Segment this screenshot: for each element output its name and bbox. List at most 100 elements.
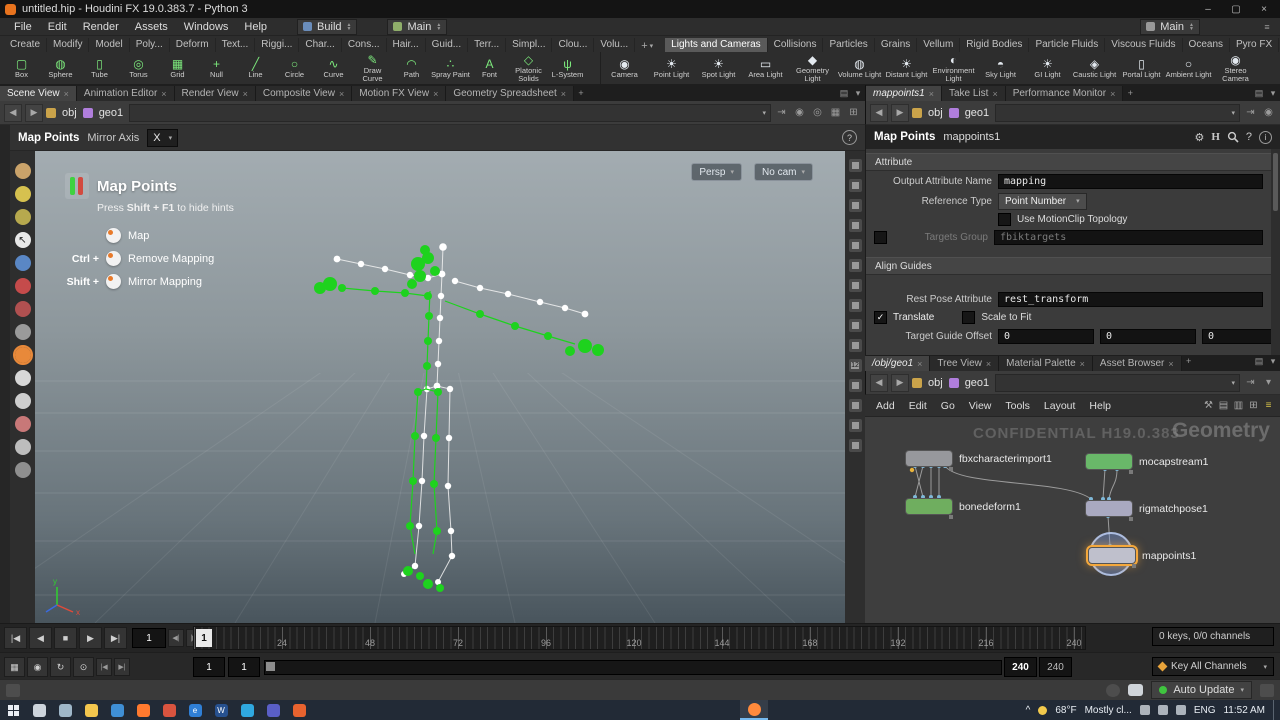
network-link-icon[interactable]	[1260, 683, 1274, 697]
close-button[interactable]: ×	[1253, 2, 1275, 16]
path-field[interactable]: ▾	[995, 103, 1240, 122]
line-tool[interactable]: ╱ Line	[236, 52, 275, 84]
houdini-active-taskbar-button[interactable]	[740, 700, 768, 720]
new-pane-tab-button[interactable]: +	[574, 87, 588, 99]
breadcrumb-root[interactable]: obj	[925, 377, 946, 389]
shelf-tab[interactable]: Model	[89, 38, 130, 52]
pane-tab[interactable]: Performance Monitor ×	[1005, 86, 1124, 101]
network-tray-icon[interactable]	[1157, 705, 1168, 715]
curve-tool[interactable]: ∿ Curve	[314, 52, 353, 84]
main-desktop-selector[interactable]: Main ▲ ▼	[387, 18, 448, 35]
shaded-display-icon[interactable]	[848, 339, 862, 352]
platonic-solids-tool[interactable]: ◇ Platonic Solids	[509, 52, 548, 84]
stereo-camera-tool[interactable]: ◉ Stereo Camera	[1212, 52, 1259, 84]
scale-to-fit-checkbox[interactable]	[962, 311, 976, 324]
info-icon[interactable]: ◉	[1261, 106, 1276, 120]
snap-tool-icon[interactable]	[14, 462, 31, 478]
grid-display-icon[interactable]	[848, 259, 862, 272]
info-icon[interactable]: i	[1259, 130, 1272, 144]
render-view-icon[interactable]: ◉	[792, 106, 807, 120]
weather-temp[interactable]: 68°F	[1055, 705, 1076, 716]
shelf-tab[interactable]: Oceans	[1182, 38, 1231, 52]
character-display-icon[interactable]: 12	[848, 359, 862, 372]
forward-icon[interactable]: ▶	[891, 103, 909, 122]
shelf-tab[interactable]: Volu...	[594, 38, 636, 52]
keys-info-button[interactable]: 0 keys, 0/0 channels	[1152, 627, 1274, 646]
range-end-field[interactable]: 240	[1039, 657, 1072, 677]
pane-tab[interactable]: Tree View ×	[930, 356, 1000, 371]
network-menu-item[interactable]: Edit	[902, 400, 934, 412]
edge-icon[interactable]: e	[182, 700, 208, 720]
draw-curve-tool[interactable]: ✎ Draw Curve	[353, 52, 392, 84]
points-display-icon[interactable]	[848, 279, 862, 292]
shelf-add-tab-button[interactable]: + ▾	[635, 40, 659, 52]
targets-group-field[interactable]: fbiktargets	[994, 229, 1263, 245]
pin-pane-icon[interactable]: ⇥	[774, 106, 789, 120]
onedrive-icon[interactable]	[1139, 705, 1150, 715]
playback-end-field[interactable]: 240	[1004, 657, 1037, 677]
gear-icon[interactable]: ⚙	[1194, 131, 1204, 144]
help-icon[interactable]: ?	[842, 130, 857, 145]
path-tool[interactable]: ◠ Path	[392, 52, 431, 84]
show-desktop-button[interactable]	[1273, 700, 1278, 720]
minimize-button[interactable]: –	[1197, 2, 1219, 16]
reference-type-dropdown[interactable]: Point Number ▾	[998, 192, 1087, 210]
search-icon[interactable]	[26, 700, 52, 720]
menu-overflow-icon[interactable]: ≡	[1260, 21, 1274, 33]
spray-paint-tool[interactable]: ∴ Spray Paint	[431, 52, 470, 84]
network-menu-item[interactable]: Add	[869, 400, 902, 412]
pose-tool-icon[interactable]	[14, 393, 31, 409]
menu-item[interactable]: Help	[236, 21, 275, 33]
menu-item[interactable]: Render	[75, 21, 127, 33]
pane-dropdown-icon[interactable]: ▾	[1266, 355, 1280, 367]
volume-light-tool[interactable]: ◍ Volume Light	[836, 52, 883, 84]
pane-menu-icon[interactable]: ▤	[837, 87, 851, 99]
back-icon[interactable]: ◀	[870, 373, 888, 392]
new-pane-tab-button[interactable]: +	[1123, 87, 1137, 99]
language-indicator[interactable]: ENG	[1194, 705, 1216, 716]
menu-item[interactable]: Windows	[176, 21, 237, 33]
shelf-tab[interactable]: Particle Fluids	[1029, 38, 1106, 52]
mirror-axis-dropdown[interactable]: X ▾	[147, 128, 179, 147]
file-explorer-icon[interactable]	[78, 700, 104, 720]
tab-close-icon[interactable]: ×	[64, 89, 69, 99]
pane-dropdown-icon[interactable]: ▾	[851, 87, 865, 99]
path-field[interactable]: ▾	[995, 373, 1240, 392]
tab-close-icon[interactable]: ×	[1080, 359, 1085, 369]
tab-close-icon[interactable]: ×	[992, 89, 997, 99]
sop-state-tool-icon[interactable]	[14, 186, 31, 202]
shelf-tab[interactable]: Modify	[47, 38, 90, 52]
sky-light-tool[interactable]: ◓ Sky Light	[977, 52, 1024, 84]
tab-close-icon[interactable]: ×	[1168, 359, 1173, 369]
play-button[interactable]: ▶	[79, 627, 102, 649]
tab-close-icon[interactable]: ×	[1110, 89, 1115, 99]
paint-state-tool-icon[interactable]	[14, 209, 31, 225]
lights-display-icon[interactable]	[848, 399, 862, 412]
pane-menu-icon[interactable]: ▤	[1252, 87, 1266, 99]
tab-close-icon[interactable]: ×	[986, 359, 991, 369]
target-guide-offset-y[interactable]: 0	[1100, 328, 1196, 344]
current-frame-field[interactable]: 1	[132, 628, 166, 648]
task-view-icon[interactable]	[52, 700, 78, 720]
menu-item[interactable]: Edit	[40, 21, 75, 33]
forward-icon[interactable]: ▶	[891, 373, 909, 392]
vscode-icon[interactable]	[234, 700, 260, 720]
secure-selection-icon[interactable]	[14, 255, 31, 271]
network-menu-item[interactable]: Go	[934, 400, 962, 412]
pane-tab[interactable]: Asset Browser ×	[1092, 356, 1182, 371]
breadcrumb-node[interactable]: geo1	[96, 107, 126, 119]
stop-button[interactable]: ■	[54, 627, 77, 649]
search-icon[interactable]	[1227, 131, 1239, 143]
point-light-tool[interactable]: ☀ Point Light	[648, 52, 695, 84]
pane-dropdown-icon[interactable]: ▾	[1261, 376, 1276, 390]
font-tool[interactable]: A Font	[470, 52, 509, 84]
pane-menu-icon[interactable]: ▤	[1252, 355, 1266, 367]
node-mocapstream1[interactable]: mocapstream1	[1085, 453, 1208, 474]
reference-plane-icon[interactable]	[848, 239, 862, 252]
sphere-tool[interactable]: ◍ Sphere	[41, 52, 80, 84]
weather-text[interactable]: Mostly cl...	[1085, 705, 1132, 716]
back-icon[interactable]: ◀	[4, 103, 22, 122]
pane-tab[interactable]: /obj/geo1 ×	[865, 356, 931, 371]
no-cam-button[interactable]: No cam ▾	[754, 163, 813, 181]
help-icon[interactable]: ?	[1246, 131, 1252, 143]
